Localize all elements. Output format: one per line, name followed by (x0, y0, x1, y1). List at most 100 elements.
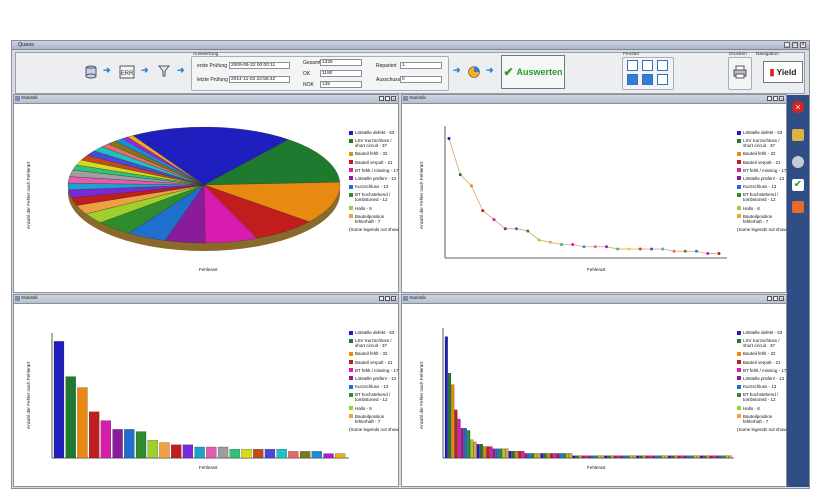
close-red-icon[interactable]: × (792, 101, 804, 113)
books-icon[interactable] (792, 201, 804, 213)
bar (709, 455, 713, 459)
data-point (706, 251, 710, 255)
bar (194, 446, 205, 459)
bar (594, 455, 598, 459)
legend-label: LSV Kurzschluss / short circuit - 37 (743, 138, 780, 149)
bar (537, 453, 541, 459)
statistik-panel-bar-detailed: Statistik × Anzahl der Fehler nach Fehle… (401, 294, 787, 487)
bar (715, 455, 719, 459)
legend-item: Kurzschluss - 13 (349, 384, 401, 389)
legend-swatch (737, 184, 741, 189)
legend-swatch (737, 176, 741, 181)
bar (569, 453, 573, 459)
check-list-icon[interactable]: ✔ (792, 179, 804, 191)
legend-label: BT hochstehend / tombstoned - 12 (355, 192, 391, 203)
bar (454, 409, 458, 459)
data-point (616, 247, 620, 251)
bar (578, 455, 582, 459)
bar (719, 455, 723, 459)
repariert-field[interactable]: 1 (400, 62, 442, 69)
yield-label: Yield (776, 67, 797, 77)
yield-button[interactable]: ▮ Yield (763, 61, 803, 83)
bar (77, 387, 88, 459)
database-icon[interactable] (84, 65, 98, 79)
bar (642, 455, 646, 459)
gauge-icon[interactable] (792, 156, 804, 168)
legend-label: Hallo - 8 (743, 405, 760, 411)
ok-field[interactable]: 1190 (320, 70, 362, 77)
gesamt-field[interactable]: 1325 (320, 59, 362, 66)
legend-item: BT fehlt / missing - 17 (349, 168, 401, 173)
nok-field[interactable]: 135 (320, 81, 362, 88)
legend-swatch (349, 168, 353, 173)
bar (147, 440, 158, 459)
bar (460, 428, 464, 459)
export-icon[interactable] (657, 74, 668, 85)
forward-icon[interactable] (642, 74, 653, 85)
legend-swatch (349, 160, 353, 165)
bar (728, 455, 732, 459)
legend-label: BT fehlt / missing - 17 (743, 367, 787, 373)
legend-swatch (349, 351, 353, 356)
gesamt-label: Gesamt (303, 60, 321, 66)
bar (601, 455, 605, 459)
auswerten-label: Auswerten (516, 67, 563, 77)
bar (562, 453, 566, 459)
legend-label: Bauteil fehlt - 32 (355, 151, 388, 157)
back-icon[interactable] (627, 74, 638, 85)
bar (680, 455, 684, 459)
navigation-label: Navigation (756, 52, 779, 57)
legend-swatch (737, 406, 741, 410)
legend-more-note: (Some legends not show (349, 426, 399, 432)
legend-swatch (349, 138, 353, 143)
legend-more-note: (Some legends not show (737, 426, 787, 432)
ausschuss-field[interactable]: 0 (400, 76, 442, 83)
series-line (448, 138, 719, 254)
bar (479, 444, 483, 459)
err-icon[interactable]: ERR (119, 65, 135, 79)
auswerten-button[interactable]: ✔ Auswerten (501, 55, 565, 89)
users-icon[interactable] (792, 129, 804, 141)
bar (206, 446, 217, 459)
legend-item: Hallo - 8 (737, 206, 789, 211)
bar (89, 411, 100, 459)
bar (559, 453, 563, 459)
maximize-button[interactable]: □ (792, 42, 798, 48)
bar (588, 455, 592, 459)
window-book-icon[interactable] (642, 60, 653, 71)
bar (540, 453, 544, 459)
printer-icon[interactable] (733, 65, 747, 79)
legend-label: Lötstelle defekt - 53 (355, 130, 395, 135)
data-point (458, 173, 462, 177)
legend-label: LSV Kurzschluss / short circuit - 37 (743, 338, 780, 349)
bar (100, 420, 111, 459)
bar (556, 453, 560, 459)
letzte-pruefung-field[interactable]: 2014-11-03 23:58:42 (229, 76, 290, 83)
legend-item: Lötstelle prüfen! - 13 (737, 176, 789, 181)
legend-item: Hallo - 8 (349, 406, 401, 411)
data-point (481, 209, 485, 213)
window-copy-icon[interactable] (657, 60, 668, 71)
bar (623, 455, 627, 459)
legend-item: BT fehlt / missing - 17 (349, 368, 401, 373)
filter-icon[interactable] (157, 64, 171, 78)
bar (448, 373, 452, 459)
close-button[interactable]: × (800, 42, 806, 48)
bar (135, 431, 147, 459)
data-point (470, 184, 473, 188)
bar (470, 439, 474, 459)
window-edit-icon[interactable] (627, 60, 638, 71)
legend-item: BT hochstehend / tombstoned - 12 (349, 192, 401, 202)
legend-item: Lötstelle defekt - 53 (737, 330, 789, 335)
minimize-button[interactable]: _ (784, 42, 790, 48)
data-point (683, 249, 687, 253)
legend-swatch (349, 206, 353, 210)
bar (253, 449, 264, 459)
bar (620, 455, 624, 459)
legend-label: LSV Kurzschluss / short circuit - 37 (355, 338, 392, 349)
erste-pruefung-field[interactable]: 2009-06-22 00:00:11 (229, 62, 290, 69)
bar (288, 451, 299, 459)
legend-label: Bauteil verpolt - 21 (355, 359, 393, 365)
data-point (503, 227, 507, 231)
pie-chart-icon[interactable] (467, 65, 481, 79)
